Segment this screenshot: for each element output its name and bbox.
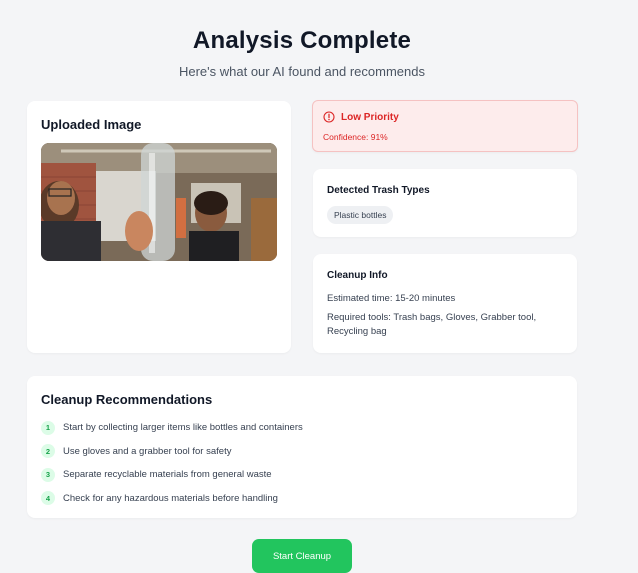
priority-label: Low Priority xyxy=(341,111,399,123)
recommendations-list: 1 Start by collecting larger items like … xyxy=(41,416,303,510)
alert-circle-icon xyxy=(323,111,335,123)
uploaded-image-title: Uploaded Image xyxy=(41,117,142,132)
cleanup-info-card: Cleanup Info Estimated time: 15-20 minut… xyxy=(313,254,577,353)
list-item: 4 Check for any hazardous materials befo… xyxy=(41,487,303,511)
uploaded-photo xyxy=(41,143,277,261)
page-subtitle: Here's what our AI found and recommends xyxy=(178,64,425,79)
confidence-value: Confidence: 91% xyxy=(323,132,388,142)
page-title: Analysis Complete xyxy=(192,27,412,54)
required-tools: Required tools: Trash bags, Gloves, Grab… xyxy=(327,312,537,337)
recommendations-title: Cleanup Recommendations xyxy=(41,392,213,407)
step-number-badge: 1 xyxy=(41,420,55,435)
step-number-badge: 4 xyxy=(41,491,55,506)
recommendation-text: Check for any hazardous materials before… xyxy=(63,492,278,504)
step-number-badge: 3 xyxy=(41,467,55,482)
recommendation-text: Use gloves and a grabber tool for safety xyxy=(63,445,232,457)
detected-trash-types-title: Detected Trash Types xyxy=(327,185,430,196)
list-item: 3 Separate recyclable materials from gen… xyxy=(41,463,303,487)
cleanup-recommendations-card: Cleanup Recommendations 1 Start by colle… xyxy=(27,376,577,518)
recommendation-text: Separate recyclable materials from gener… xyxy=(63,469,272,481)
estimated-time: Estimated time: 15-20 minutes xyxy=(327,293,456,304)
priority-alert: Low Priority Confidence: 91% xyxy=(312,100,578,152)
cleanup-info-title: Cleanup Info xyxy=(327,270,388,281)
detected-trash-types-card: Detected Trash Types Plastic bottles xyxy=(313,169,577,237)
list-item: 2 Use gloves and a grabber tool for safe… xyxy=(41,440,303,464)
start-cleanup-button[interactable]: Start Cleanup xyxy=(252,539,352,573)
uploaded-image-card: Uploaded Image xyxy=(27,101,291,353)
step-number-badge: 2 xyxy=(41,444,55,459)
trash-type-tag: Plastic bottles xyxy=(327,206,394,224)
recommendation-text: Start by collecting larger items like bo… xyxy=(63,422,303,434)
list-item: 1 Start by collecting larger items like … xyxy=(41,416,303,440)
